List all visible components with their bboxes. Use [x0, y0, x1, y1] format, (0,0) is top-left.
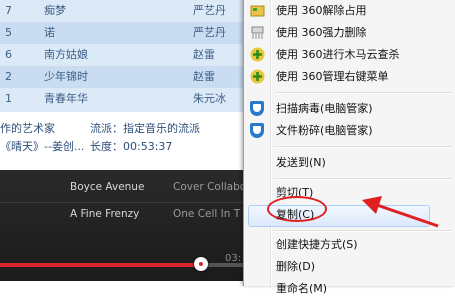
menu-item-delete[interactable]: 删除(D) — [244, 256, 455, 278]
track-title: Cover Collabo — [173, 181, 247, 193]
row-title: 青春年华 — [44, 92, 88, 105]
menu-item-360-force-delete[interactable]: 使用 360强力删除 — [244, 22, 455, 44]
menu-separator — [274, 146, 452, 148]
menu-separator — [274, 92, 452, 94]
row-number: 5 — [5, 26, 12, 39]
playlist-row[interactable]: 1 青春年华 朱元冰 — [0, 88, 248, 110]
menu-item-file-shred[interactable]: 文件粉碎(电脑管家) — [244, 120, 455, 142]
row-artist: 严艺丹 — [193, 26, 226, 39]
row-title: 少年锦时 — [44, 70, 88, 83]
playlist-row[interactable]: 6 南方姑娘 赵雷 — [0, 44, 248, 66]
row-number: 2 — [5, 70, 12, 83]
menu-item-virus-scan[interactable]: 扫描病毒(电脑管家) — [244, 98, 455, 120]
row-title: 南方姑娘 — [44, 48, 88, 61]
menu-separator — [274, 178, 452, 180]
menu-item-label: 重命名(M) — [276, 282, 328, 295]
menu-item-label: 使用 360进行木马云查杀 — [276, 48, 400, 61]
shield-icon — [250, 123, 264, 138]
row-title: 痴梦 — [44, 4, 66, 17]
length-info: 长度：00:53:37 — [90, 140, 173, 153]
menu-item-label: 删除(D) — [276, 260, 316, 273]
menu-item-360-trojan-scan[interactable]: 使用 360进行木马云查杀 — [244, 44, 455, 66]
shredder-icon — [251, 26, 264, 39]
row-artist: 朱元冰 — [193, 92, 226, 105]
playlist-panel: 7 痴梦 严艺丹 5 诺 严艺丹 6 南方姑娘 赵雷 2 少年锦时 赵雷 1 青… — [0, 0, 248, 112]
menu-item-rename[interactable]: 重命名(M) — [244, 278, 455, 300]
unlock-icon — [250, 5, 265, 17]
menu-item-label: 发送到(N) — [276, 156, 326, 169]
progress-fill — [0, 263, 201, 267]
row-number: 6 — [5, 48, 12, 61]
player-panel: Boyce Avenue Cover Collabo A Fine Frenzy… — [0, 170, 248, 281]
player-track-row[interactable]: Boyce Avenue Cover Collabo — [0, 173, 248, 201]
plus-icon — [250, 69, 265, 84]
playlist-row[interactable]: 2 少年锦时 赵雷 — [0, 66, 248, 88]
plus-icon — [250, 47, 265, 62]
track-title: One Cell In T — [173, 208, 241, 220]
progress-handle[interactable] — [193, 257, 208, 271]
menu-item-send-to[interactable]: 发送到(N) — [244, 152, 455, 174]
row-number: 1 — [5, 92, 12, 105]
menu-item-create-shortcut[interactable]: 创建快捷方式(S) — [244, 234, 455, 256]
menu-item-360-unlock[interactable]: 使用 360解除占用 — [244, 0, 455, 22]
row-title: 诺 — [44, 26, 55, 39]
progress-bar[interactable] — [0, 257, 248, 271]
row-artist: 赵雷 — [193, 70, 215, 83]
menu-item-label: 使用 360解除占用 — [276, 4, 367, 17]
context-menu: 使用 360解除占用 使用 360强力删除 使用 360进行木马云查杀 使用 3… — [243, 0, 455, 295]
row-artist: 严艺丹 — [193, 4, 226, 17]
player-track-row[interactable]: A Fine Frenzy One Cell In T — [0, 200, 248, 228]
elapsed-time: 03: — [225, 253, 242, 264]
menu-item-label: 使用 360管理右键菜单 — [276, 70, 389, 83]
genre-info: 流派：指定音乐的流派 — [90, 122, 200, 135]
album-info: 《晴天》--姜创... — [0, 140, 85, 153]
row-artist: 赵雷 — [193, 48, 215, 61]
menu-item-label: 使用 360强力删除 — [276, 26, 367, 39]
menu-item-label: 扫描病毒(电脑管家) — [276, 102, 373, 115]
row-number: 7 — [5, 4, 12, 17]
shield-icon — [250, 101, 264, 116]
menu-item-label: 文件粉碎(电脑管家) — [276, 124, 373, 137]
menu-item-360-manage-menu[interactable]: 使用 360管理右键菜单 — [244, 66, 455, 88]
menu-item-label: 复制(C) — [276, 208, 315, 221]
annotation-arrow — [362, 196, 439, 228]
menu-separator — [274, 230, 452, 232]
track-artist: A Fine Frenzy — [70, 208, 140, 220]
playlist-row[interactable]: 7 痴梦 严艺丹 — [0, 0, 248, 22]
menu-item-label: 创建快捷方式(S) — [276, 238, 358, 251]
playlist-row[interactable]: 5 诺 严艺丹 — [0, 22, 248, 44]
track-artist: Boyce Avenue — [70, 181, 145, 193]
track-info-panel: 作的艺术家 流派：指定音乐的流派 《晴天》--姜创... 长度：00:53:37 — [0, 112, 248, 170]
artist-info: 作的艺术家 — [0, 122, 55, 135]
